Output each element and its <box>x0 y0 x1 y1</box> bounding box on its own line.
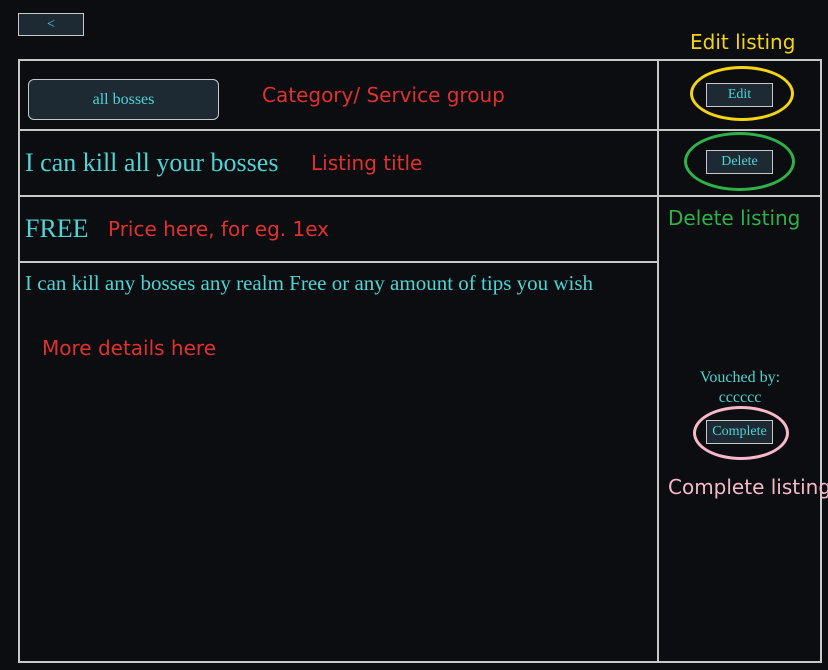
annotation-complete: Complete listing <box>668 475 828 499</box>
delete-button[interactable]: Delete <box>706 150 773 174</box>
listing-page: < all bosses Category/ Service group I c… <box>0 0 828 670</box>
vouched-label: Vouched by: <box>699 369 781 386</box>
annotation-edit: Edit listing <box>690 30 796 54</box>
row-divider-category <box>18 129 822 131</box>
category-button[interactable]: all bosses <box>28 79 219 120</box>
complete-button[interactable]: Complete <box>706 420 773 444</box>
annotation-category: Category/ Service group <box>262 83 505 107</box>
row-divider-price <box>18 261 659 263</box>
vouched-user: cccccc <box>718 389 762 406</box>
back-button[interactable]: < <box>18 13 84 36</box>
vouched-by: Vouched by: cccccc <box>662 368 818 408</box>
listing-title: I can kill all your bosses <box>25 148 279 177</box>
annotation-details: More details here <box>42 336 216 360</box>
annotation-delete: Delete listing <box>668 206 801 230</box>
column-divider <box>657 59 659 663</box>
listing-price: FREE <box>25 214 89 243</box>
listing-description: I can kill any bosses any realm Free or … <box>25 271 594 295</box>
edit-button[interactable]: Edit <box>706 83 773 107</box>
annotation-price: Price here, for eg. 1ex <box>108 217 330 241</box>
row-divider-title <box>18 195 822 197</box>
annotation-title: Listing title <box>311 151 423 175</box>
